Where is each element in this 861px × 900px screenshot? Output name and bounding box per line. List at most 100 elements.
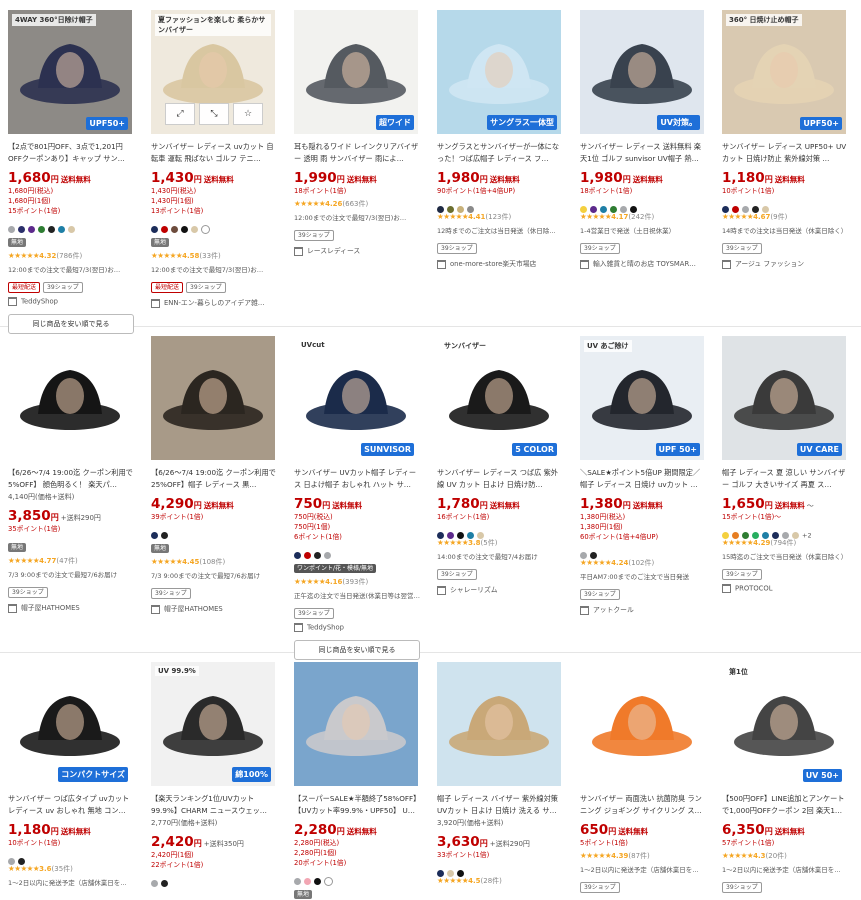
color-swatch[interactable]	[161, 226, 168, 233]
color-swatch[interactable]	[58, 226, 65, 233]
color-swatch[interactable]	[28, 226, 35, 233]
product-image[interactable]	[580, 662, 704, 786]
rating[interactable]: ★★★★★4.29(794件)	[722, 538, 848, 548]
product-title-link[interactable]: サンバイザー レディース つば広 紫外線 UV カット 日よけ 日焼け防…	[437, 467, 563, 490]
rating[interactable]: ★★★★★4.26(663件)	[294, 199, 420, 209]
shrink-icon[interactable]: ⤡	[199, 103, 229, 125]
image-caption: サンバイザー	[441, 340, 489, 352]
color-swatch[interactable]	[161, 532, 168, 539]
color-swatch[interactable]	[151, 532, 158, 539]
color-swatch[interactable]	[151, 880, 158, 887]
product-title-link[interactable]: サンバイザー UVカット帽子 レディース 日よけ帽子 おしゃれ ハット サ…	[294, 467, 420, 490]
product-image[interactable]: 夏ファッションを楽しむ 柔らかサンバイザー ⤢ ⤡ ☆	[151, 10, 275, 134]
product-image[interactable]	[8, 336, 132, 460]
rating[interactable]: ★★★★★4.67(9件)	[722, 212, 848, 222]
product-card: UPF50+ 4WAY 360°日除け帽子【2点で801円OFF、3点で1,201…	[8, 10, 134, 334]
product-image[interactable]: 超ワイド	[294, 10, 418, 134]
rating[interactable]: ★★★★★4.24(102件)	[580, 558, 706, 568]
shop-name-link[interactable]: レースレディース	[294, 245, 420, 256]
color-swatch[interactable]	[304, 552, 311, 559]
rating[interactable]: ★★★★★4.77(47件)	[8, 556, 134, 566]
product-title-link[interactable]: 【2点で801円OFF、3点で1,201円OFFクーポンあり】キャップ サン…	[8, 141, 134, 164]
product-image[interactable]: UPF50+ 360° 日焼け止め帽子	[722, 10, 846, 134]
product-title-link[interactable]: サンバイザー 両面洗い 抗菌防臭 ランニング ジョギング サイクリング ス…	[580, 793, 706, 816]
rating[interactable]: ★★★★★4.5(28件)	[437, 876, 563, 886]
color-swatch[interactable]	[324, 877, 333, 886]
shop-name-link[interactable]: アージュ ファッション	[722, 258, 848, 269]
product-image[interactable]: コンパクトサイズ	[8, 662, 132, 786]
color-swatch[interactable]	[8, 226, 15, 233]
product-image[interactable]: UV CARE	[722, 336, 846, 460]
color-swatch[interactable]	[181, 226, 188, 233]
color-swatch[interactable]	[151, 226, 158, 233]
product-title-link[interactable]: サンバイザー レディース UPF50+ UVカット 日焼け防止 紫外線対策 …	[722, 141, 848, 164]
color-swatch[interactable]	[18, 226, 25, 233]
shop-name-link[interactable]: シャレーリズム	[437, 584, 563, 595]
product-title-link[interactable]: 【500円OFF】LINE追加とアンケートで1,000円OFFクーポン 2回 楽…	[722, 793, 848, 816]
rating[interactable]: ★★★★★4.3(20件)	[722, 851, 848, 861]
shop-name-link[interactable]: 帽子屋HATHOMES	[151, 603, 277, 614]
shop-name-link[interactable]: アットクール	[580, 604, 706, 615]
color-swatch[interactable]	[294, 552, 301, 559]
color-swatch[interactable]	[324, 552, 331, 559]
rating[interactable]: ★★★★★4.58(33件)	[151, 251, 277, 261]
same-product-cheapest-button[interactable]: 同じ商品を安い順で見る	[8, 314, 134, 334]
product-title-link[interactable]: 帽子 レディース 夏 涼しい サンバイザー ゴルフ 大きいサイズ 再夏 ス…	[722, 467, 848, 490]
product-image[interactable]: SUNVISOR UVcut	[294, 336, 418, 460]
product-title-link[interactable]: ＼SALE★ポイント5倍UP 期間限定／帽子 レディース 日焼け uvカット …	[580, 467, 706, 490]
product-image[interactable]	[151, 336, 275, 460]
product-image[interactable]	[437, 662, 561, 786]
color-swatch[interactable]	[294, 878, 301, 885]
product-title-link[interactable]: 耳も隠れるワイド レインクリアバイザー 透明 雨 サンバイザー 雨によ…	[294, 141, 420, 164]
color-swatch[interactable]	[314, 552, 321, 559]
color-swatch[interactable]	[161, 880, 168, 887]
product-title-link[interactable]: サングラスとサンバイザーが一体になった！つば広帽子 レディース フ…	[437, 141, 563, 164]
rating[interactable]: ★★★★★4.17(242件)	[580, 212, 706, 222]
same-product-cheapest-button[interactable]: 同じ商品を安い順で見る	[294, 640, 420, 660]
color-swatch[interactable]	[68, 226, 75, 233]
color-swatch[interactable]	[201, 225, 210, 234]
product-title-link[interactable]: 【6/26～7/4 19:00迄 クーポン利用で 5%OFF】 顔色明るく！ 楽…	[8, 467, 134, 490]
color-swatch[interactable]	[191, 226, 198, 233]
shop-name-link[interactable]: PROTOCOL	[722, 584, 848, 593]
product-image[interactable]: 綿100% UV 99.9%	[151, 662, 275, 786]
shop-name-link[interactable]: 帽子屋HATHOMES	[8, 602, 134, 613]
product-image[interactable]: サングラス一体型	[437, 10, 561, 134]
price: 1,430	[151, 170, 194, 186]
product-image[interactable]: UPF 50+ UV あご除け	[580, 336, 704, 460]
product-title-link[interactable]: 【楽天ランキング1位/UVカット99.9%】CHARM ニュースウェッ…	[151, 793, 277, 816]
product-image[interactable]: UPF50+ 4WAY 360°日除け帽子	[8, 10, 132, 134]
shop-name-link[interactable]: TeddyShop	[8, 297, 134, 306]
rating[interactable]: ★★★★★4.32(786件)	[8, 251, 134, 261]
color-swatch[interactable]	[48, 226, 55, 233]
rating[interactable]: ★★★★★4.45(108件)	[151, 557, 277, 567]
product-image[interactable]: 5 COLOR サンバイザー	[437, 336, 561, 460]
product-image[interactable]: UV対策。	[580, 10, 704, 134]
shop-name-link[interactable]: ENN-エン-暮らしのアイデア雑…	[151, 297, 277, 308]
rating[interactable]: ★★★★★4.41(123件)	[437, 212, 563, 222]
shop-name-link[interactable]: 輸入雑貨と晴のお店 TOYSMAR…	[580, 258, 706, 269]
product-image[interactable]	[294, 662, 418, 786]
product-title-link[interactable]: サンバイザー つば広タイプ uvカット レディース uv おしゃれ 無地 コン…	[8, 793, 134, 816]
favorite-star-icon[interactable]: ☆	[233, 103, 263, 125]
yen-unit: 円	[764, 501, 773, 510]
rating[interactable]: ★★★★★4.16(393件)	[294, 577, 420, 587]
expand-icon[interactable]: ⤢	[165, 103, 195, 125]
color-swatch[interactable]	[314, 878, 321, 885]
rating[interactable]: ★★★★★4.39(87件)	[580, 851, 706, 861]
shop-name-link[interactable]: TeddyShop	[294, 623, 420, 632]
product-title-link[interactable]: 帽子 レディース バイザー 紫外線対策 UVカット 日よけ 日焼け 洗える サ…	[437, 793, 563, 816]
product-title-link[interactable]: サンバイザー レディース uvカット 自転車 運転 飛ばない ゴルフ テニ…	[151, 141, 277, 164]
color-swatch[interactable]	[38, 226, 45, 233]
shop-name-link[interactable]: one-more-store楽天市場店	[437, 258, 563, 269]
product-card: 綿100% UV 99.9% 【楽天ランキング1位/UVカット99.9%】CHARM…	[151, 662, 277, 887]
rating[interactable]: ★★★★★3.6(35件)	[8, 864, 134, 874]
product-image[interactable]: UV 50+ 第1位	[722, 662, 846, 786]
product-title-link[interactable]: サンバイザー レディース 送料無料 楽天1位 ゴルフ sunvisor UV帽子…	[580, 141, 706, 164]
color-swatch[interactable]	[304, 878, 311, 885]
product-title-link[interactable]: 【6/26～7/4 19:00迄 クーポン利用で 25%OFF】帽子 レディース…	[151, 467, 277, 490]
rating[interactable]: ★★★★★3.8(5件)	[437, 538, 563, 548]
color-swatch[interactable]	[171, 226, 178, 233]
product-title-link[interactable]: 【スーパーSALE★半額終了58%OFF】【UVカット率99.9%・UPF50】…	[294, 793, 420, 816]
more-colors[interactable]: +2	[802, 532, 812, 540]
